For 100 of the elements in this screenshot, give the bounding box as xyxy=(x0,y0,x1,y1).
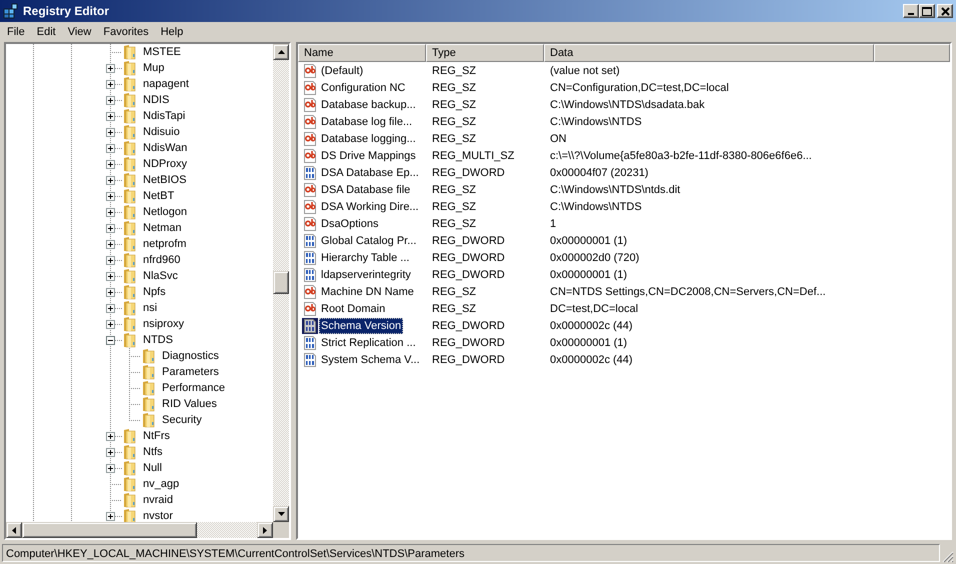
tree-item[interactable]: Performance xyxy=(160,381,227,395)
tree-item[interactable]: Mup xyxy=(141,61,166,75)
expand-icon[interactable] xyxy=(106,176,115,184)
expand-icon[interactable] xyxy=(106,112,115,120)
tree-item[interactable]: NdisWan xyxy=(141,141,190,155)
expand-icon[interactable] xyxy=(106,96,115,104)
string-value-icon xyxy=(302,284,318,300)
expand-icon[interactable] xyxy=(106,192,115,200)
tree-item[interactable]: NdisTapi xyxy=(141,109,188,123)
tree-item[interactable]: Parameters xyxy=(160,365,221,379)
maximize-button[interactable] xyxy=(919,4,935,18)
value-name[interactable]: DsaOptions xyxy=(319,216,380,232)
tree-item[interactable]: netprofm xyxy=(141,237,188,251)
value-name[interactable]: Global Catalog Pr... xyxy=(319,232,418,248)
value-name[interactable]: Root Domain xyxy=(319,300,388,316)
expand-icon[interactable] xyxy=(106,512,115,520)
folder-icon xyxy=(122,236,138,252)
string-value-icon xyxy=(302,216,318,232)
column-header[interactable]: Name xyxy=(298,44,426,62)
tree-item[interactable]: nvraid xyxy=(141,493,175,507)
minimize-button[interactable] xyxy=(903,4,919,18)
value-name[interactable]: Machine DN Name xyxy=(319,284,416,300)
tree-item[interactable]: Ntfs xyxy=(141,445,165,459)
expand-icon[interactable] xyxy=(106,128,115,136)
expand-icon[interactable] xyxy=(106,224,115,232)
value-name[interactable]: Database backup... xyxy=(319,96,418,112)
tree-item[interactable]: nfrd960 xyxy=(141,253,182,267)
tree-item[interactable]: Ndisuio xyxy=(141,125,182,139)
expand-icon[interactable] xyxy=(106,320,115,328)
value-name[interactable]: Database log file... xyxy=(319,114,414,130)
tree-item[interactable]: Netlogon xyxy=(141,205,190,219)
tree-item[interactable]: NtFrs xyxy=(141,429,172,443)
tree-item[interactable]: nsiproxy xyxy=(141,317,186,331)
value-name[interactable]: DSA Working Dire... xyxy=(319,198,421,214)
scrollbar-thumb[interactable] xyxy=(273,271,289,294)
menu-item[interactable]: Edit xyxy=(30,26,62,38)
folder-icon xyxy=(122,188,138,204)
value-name[interactable]: Schema Version xyxy=(319,318,404,334)
tree-item[interactable]: nv_agp xyxy=(141,477,182,491)
tree-item[interactable]: Netman xyxy=(141,221,184,235)
expand-icon[interactable] xyxy=(106,80,115,88)
menu-item[interactable]: File xyxy=(1,26,31,38)
scroll-right-button[interactable] xyxy=(257,522,273,538)
collapse-icon[interactable] xyxy=(106,336,115,344)
column-header[interactable]: Data xyxy=(544,44,874,62)
tree-item[interactable]: nvstor xyxy=(141,509,175,522)
value-name[interactable]: System Schema V... xyxy=(319,352,422,368)
tree-item[interactable]: NDProxy xyxy=(141,157,190,171)
column-header[interactable]: Type xyxy=(426,44,544,62)
tree-item[interactable]: Npfs xyxy=(141,285,168,299)
expand-icon[interactable] xyxy=(106,64,115,72)
expand-icon[interactable] xyxy=(106,208,115,216)
value-type: REG_DWORD xyxy=(431,320,506,332)
expand-icon[interactable] xyxy=(106,464,115,472)
tree-item[interactable]: NDIS xyxy=(141,93,172,107)
expand-icon[interactable] xyxy=(106,288,115,296)
expand-icon[interactable] xyxy=(106,272,115,280)
scroll-up-button[interactable] xyxy=(273,44,289,60)
size-grip-icon[interactable] xyxy=(942,551,954,563)
value-name[interactable]: ldapserverintegrity xyxy=(319,266,413,282)
expand-icon[interactable] xyxy=(106,448,115,456)
folder-icon xyxy=(122,444,138,460)
value-data: C:\Windows\NTDS xyxy=(549,116,643,128)
scrollbar-thumb[interactable] xyxy=(22,522,197,538)
expand-icon[interactable] xyxy=(106,304,115,312)
value-name[interactable]: DSA Database file xyxy=(319,182,412,198)
menu-item[interactable]: View xyxy=(62,26,98,38)
value-data: 0x000002d0 (720) xyxy=(549,252,640,264)
expand-icon[interactable] xyxy=(106,432,115,440)
expand-icon[interactable] xyxy=(106,240,115,248)
folder-icon xyxy=(122,204,138,220)
folder-icon xyxy=(122,284,138,300)
value-name[interactable]: Strict Replication ... xyxy=(319,334,418,350)
value-name[interactable]: (Default) xyxy=(319,62,366,78)
expand-icon[interactable] xyxy=(106,256,115,264)
tree-item[interactable]: NetBT xyxy=(141,189,176,203)
tree-item[interactable]: Diagnostics xyxy=(160,349,221,363)
expand-icon[interactable] xyxy=(106,160,115,168)
expand-icon[interactable] xyxy=(106,144,115,152)
value-name[interactable]: Configuration NC xyxy=(319,80,408,96)
tree-item[interactable]: nsi xyxy=(141,301,160,315)
scroll-left-button[interactable] xyxy=(6,522,22,538)
value-name[interactable]: Hierarchy Table ... xyxy=(319,250,412,266)
tree-item[interactable]: Null xyxy=(141,461,164,475)
menu-item[interactable]: Favorites xyxy=(97,26,155,38)
tree-item[interactable]: napagent xyxy=(141,77,191,91)
tree-item[interactable]: RID Values xyxy=(160,397,219,411)
value-type: REG_SZ xyxy=(431,116,478,128)
value-name[interactable]: Database logging... xyxy=(319,130,418,146)
tree-item[interactable]: Security xyxy=(160,413,204,427)
value-name[interactable]: DS Drive Mappings xyxy=(319,148,418,164)
tree-item[interactable]: NetBIOS xyxy=(141,173,188,187)
tree-item[interactable]: NlaSvc xyxy=(141,269,180,283)
folder-icon xyxy=(122,428,138,444)
value-name[interactable]: DSA Database Ep... xyxy=(319,164,421,180)
tree-item[interactable]: NTDS xyxy=(141,333,175,347)
close-button[interactable] xyxy=(937,4,953,18)
menu-item[interactable]: Help xyxy=(154,26,190,38)
tree-item[interactable]: MSTEE xyxy=(141,45,183,59)
scroll-down-button[interactable] xyxy=(273,506,289,522)
